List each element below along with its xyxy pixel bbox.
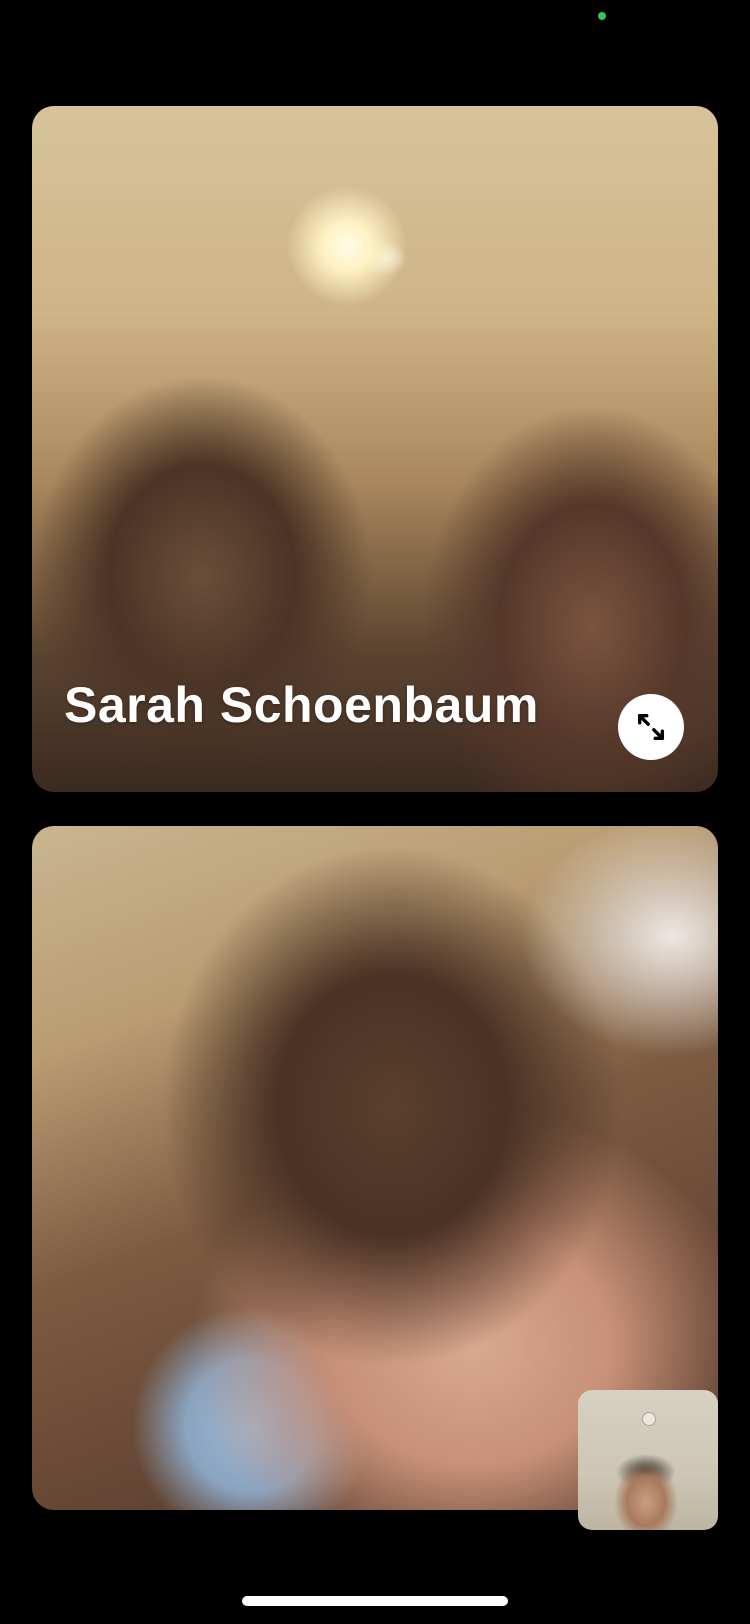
expand-button[interactable] (618, 694, 684, 760)
home-indicator[interactable] (242, 1596, 508, 1606)
participant-name: Sarah Schoenbaum (64, 677, 539, 733)
camera-in-use-indicator (598, 12, 606, 20)
expand-arrows-icon (637, 713, 665, 741)
self-view-background (642, 1412, 656, 1426)
self-view-preview[interactable] (578, 1390, 718, 1530)
remote-video-tile[interactable]: Sarah Schoenbaum (32, 106, 718, 792)
